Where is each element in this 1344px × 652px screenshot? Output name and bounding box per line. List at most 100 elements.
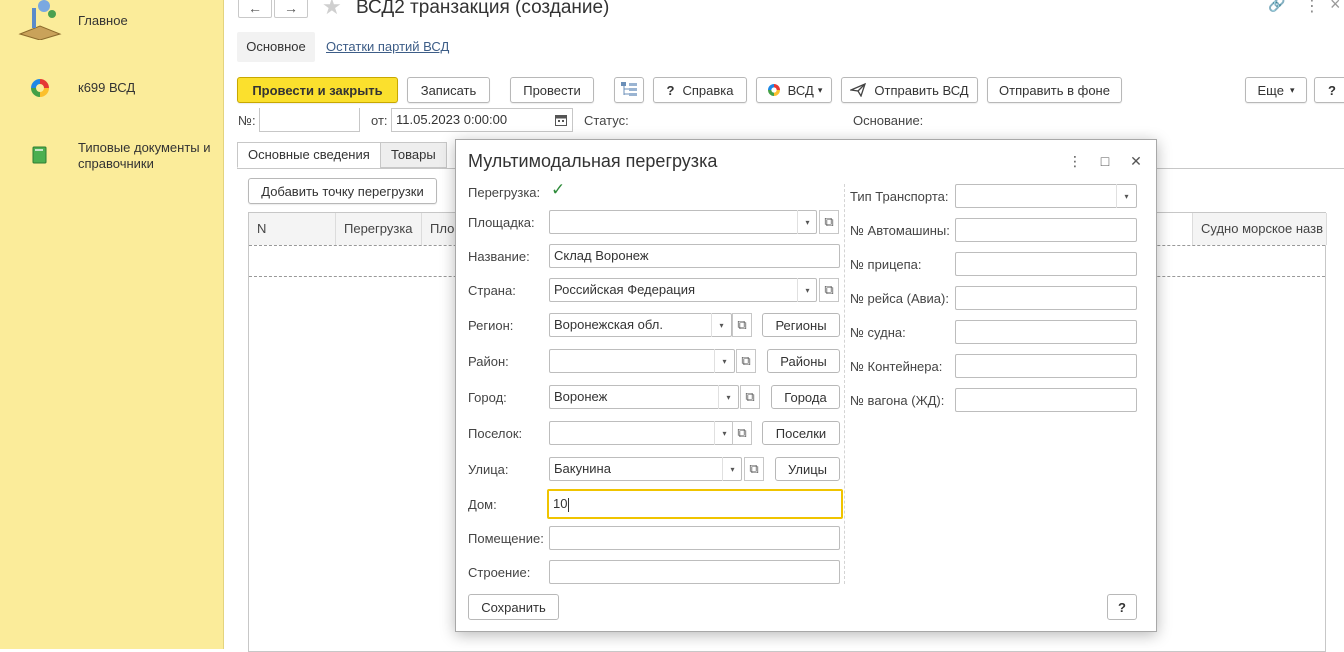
settlement-label: Поселок: <box>468 426 523 441</box>
chevron-down-icon[interactable]: ▾ <box>714 349 734 373</box>
country-input[interactable]: Российская Федерация <box>549 278 817 302</box>
tab-goods[interactable]: Товары <box>380 142 447 168</box>
send-background-button[interactable]: Отправить в фоне <box>987 77 1122 103</box>
open-icon[interactable]: ⧉ <box>819 210 839 234</box>
send-vsd-button[interactable]: Отправить ВСД <box>841 77 978 103</box>
dialog-help-button[interactable]: ? <box>1107 594 1137 620</box>
date-input[interactable]: 11.05.2023 0:00:00 <box>391 108 573 132</box>
chevron-down-icon: ▾ <box>1289 84 1295 95</box>
district-label: Район: <box>468 354 509 369</box>
number-input[interactable] <box>259 108 360 132</box>
open-icon[interactable]: ⧉ <box>819 278 839 302</box>
post-and-close-button[interactable]: Провести и закрыть <box>237 77 398 103</box>
back-button[interactable]: ← <box>238 0 272 18</box>
chevron-down-icon[interactable]: ▾ <box>711 313 731 337</box>
street-label: Улица: <box>468 462 509 477</box>
chevron-down-icon[interactable]: ▾ <box>714 421 734 445</box>
book-icon <box>32 146 48 164</box>
tab-main[interactable]: Основное <box>237 32 315 62</box>
question-button[interactable]: ? <box>1314 77 1344 103</box>
basis-label: Основание: <box>853 113 924 128</box>
car-number-input[interactable] <box>955 218 1137 242</box>
link-icon[interactable]: 🔗 <box>1268 0 1285 13</box>
structure-icon <box>620 81 638 100</box>
open-icon[interactable]: ⧉ <box>732 313 752 337</box>
open-icon[interactable]: ⧉ <box>744 457 764 481</box>
more-vertical-icon[interactable]: ⋮ <box>1066 152 1084 170</box>
calendar-icon[interactable] <box>551 110 571 130</box>
open-icon[interactable]: ⧉ <box>736 349 756 373</box>
district-input[interactable] <box>549 349 735 373</box>
street-input[interactable]: Бакунина <box>549 457 742 481</box>
transport-type-label: Тип Транспорта: <box>850 189 949 204</box>
open-icon[interactable]: ⧉ <box>732 421 752 445</box>
house-label: Дом: <box>468 497 497 512</box>
container-number-input[interactable] <box>955 354 1137 378</box>
city-input[interactable]: Воронеж <box>549 385 739 409</box>
chevron-down-icon[interactable]: ▾ <box>722 457 742 481</box>
chevron-down-icon: ▾ <box>817 84 823 95</box>
chevron-down-icon[interactable]: ▾ <box>718 385 738 409</box>
open-icon[interactable]: ⧉ <box>740 385 760 409</box>
tab-general-info[interactable]: Основные сведения <box>237 142 381 168</box>
favorite-star-icon[interactable]: ★ <box>322 0 342 20</box>
region-input[interactable]: Воронежская обл. <box>549 313 732 337</box>
ship-number-input[interactable] <box>955 320 1137 344</box>
site-input[interactable] <box>549 210 817 234</box>
transfer-checkbox[interactable]: ✓ <box>551 180 567 199</box>
vsd-logo-icon <box>28 76 52 100</box>
more-menu-button[interactable]: Еще ▾ <box>1245 77 1307 103</box>
name-input[interactable]: Склад Воронеж <box>549 244 840 268</box>
help-button[interactable]: ? Справка <box>653 77 747 103</box>
vsd-menu-button[interactable]: ВСД ▾ <box>756 77 832 103</box>
column-header-n[interactable]: N <box>249 213 336 245</box>
send-plane-icon <box>850 83 867 97</box>
arrow-left-icon: ← <box>248 0 262 16</box>
page-title: ВСД2 транзакция (создание) <box>356 0 610 18</box>
cities-button[interactable]: Города <box>771 385 840 409</box>
building-label: Строение: <box>468 565 531 580</box>
trailer-number-input[interactable] <box>955 252 1137 276</box>
house-input[interactable]: 10 <box>547 489 843 519</box>
sidebar-item-label: к699 ВСД <box>78 80 136 95</box>
column-header-ship-name[interactable]: Судно морское назв <box>1192 213 1327 245</box>
more-vertical-icon[interactable]: ⋮ <box>1304 0 1320 16</box>
tab-batch-remains[interactable]: Остатки партий ВСД <box>326 32 449 62</box>
save-button[interactable]: Записать <box>407 77 490 103</box>
sidebar-item-label: Типовые документы и справочники <box>78 140 211 171</box>
house-value: 10 <box>553 496 568 511</box>
sidebar-item-vsd[interactable]: к699 ВСД <box>0 70 224 110</box>
structure-button[interactable] <box>614 77 644 103</box>
post-button[interactable]: Провести <box>510 77 594 103</box>
districts-button[interactable]: Районы <box>767 349 840 373</box>
chevron-down-icon[interactable]: ▾ <box>797 278 817 302</box>
sidebar-item-typical-docs[interactable]: Типовые документы и справочники <box>0 136 224 180</box>
settlement-input[interactable] <box>549 421 735 445</box>
settlements-button[interactable]: Поселки <box>762 421 840 445</box>
building-input[interactable] <box>549 560 840 584</box>
flight-number-input[interactable] <box>955 286 1137 310</box>
container-number-label: № Контейнера: <box>850 359 943 374</box>
chevron-down-icon[interactable]: ▾ <box>797 210 817 234</box>
help-label: Справка <box>682 82 734 98</box>
close-icon[interactable]: ✕ <box>1127 152 1145 170</box>
save-dialog-button[interactable]: Сохранить <box>468 594 559 620</box>
transport-type-input[interactable] <box>955 184 1137 208</box>
close-icon[interactable]: × <box>1330 0 1341 15</box>
room-input[interactable] <box>549 526 840 550</box>
wagon-number-input[interactable] <box>955 388 1137 412</box>
flight-number-label: № рейса (Авиа): <box>850 291 949 306</box>
add-transfer-point-button[interactable]: Добавить точку перегрузки <box>248 178 437 204</box>
regions-button[interactable]: Регионы <box>762 313 840 337</box>
vsd-logo-icon <box>766 82 782 98</box>
maximize-icon[interactable]: □ <box>1096 152 1114 170</box>
sidebar-item-main[interactable]: Главное <box>0 0 224 48</box>
country-label: Страна: <box>468 283 516 298</box>
send-vsd-label: Отправить ВСД <box>874 82 969 98</box>
forward-button[interactable]: → <box>274 0 308 18</box>
streets-button[interactable]: Улицы <box>775 457 840 481</box>
city-label: Город: <box>468 390 507 405</box>
site-label: Площадка: <box>468 215 535 230</box>
chevron-down-icon[interactable]: ▾ <box>1116 184 1136 208</box>
column-header-transfer[interactable]: Перегрузка <box>336 213 422 245</box>
